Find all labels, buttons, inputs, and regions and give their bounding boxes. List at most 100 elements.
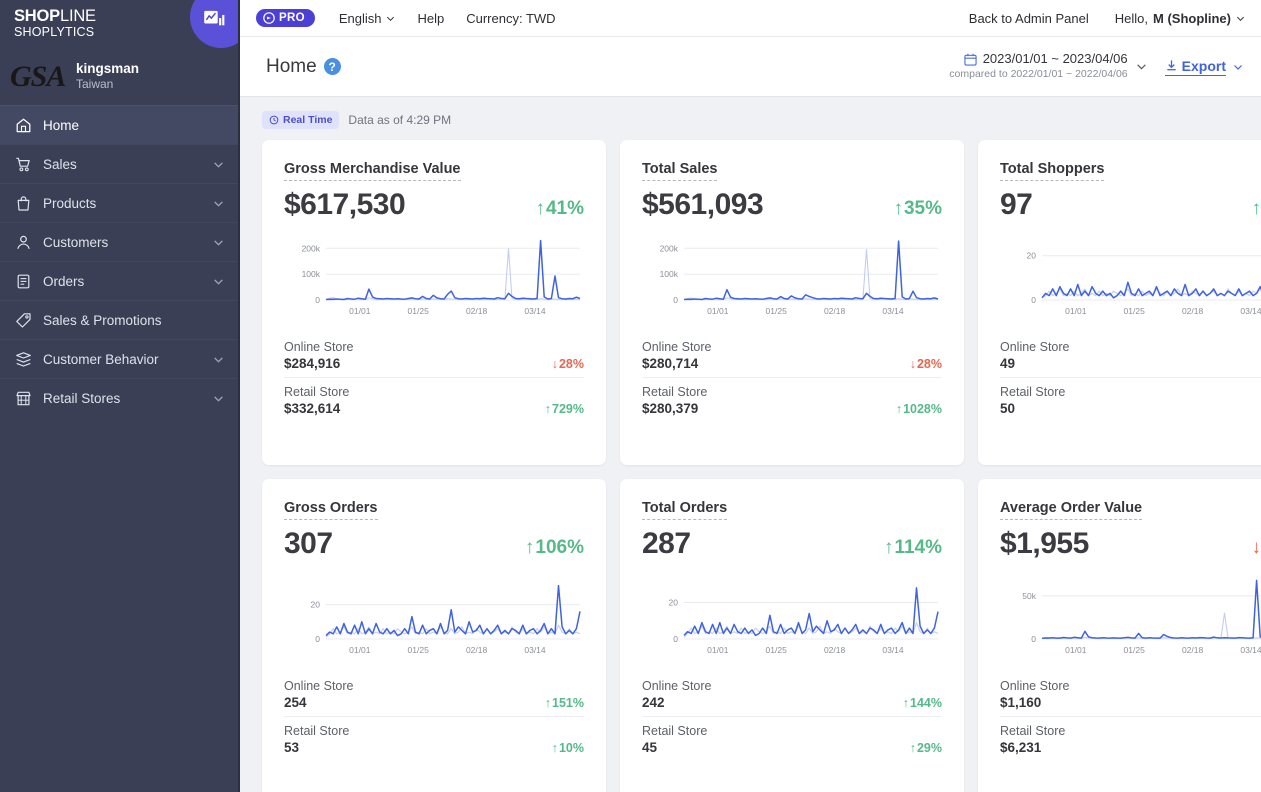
sidebar-item-sales-promotions[interactable]: Sales & Promotions bbox=[0, 300, 238, 339]
metric-card-title: Gross Orders bbox=[284, 500, 378, 520]
store-breakdown-label: Online Store bbox=[284, 679, 354, 693]
store-breakdown-label: Online Store bbox=[642, 679, 712, 693]
svg-text:20: 20 bbox=[311, 600, 321, 610]
metric-chart: 0 100k 200k 01/01 01/25 02/18 03/14 bbox=[642, 230, 942, 320]
metric-value: 307 bbox=[284, 527, 333, 560]
svg-text:03/14: 03/14 bbox=[524, 645, 546, 655]
svg-text:0: 0 bbox=[1031, 634, 1036, 644]
metric-card: Gross Merchandise Value $617,530 ↑ 41% 0 100k… bbox=[262, 140, 606, 465]
chevron-down-icon bbox=[214, 395, 223, 402]
tag-icon bbox=[16, 312, 31, 328]
delta-value: 41% bbox=[545, 198, 584, 219]
store-breakdown-label: Online Store bbox=[284, 340, 354, 354]
delta-arrow-icon: ↓ bbox=[1251, 537, 1261, 558]
brand-logo[interactable]: SHOPLINE SHOPLYTICS bbox=[0, 0, 238, 48]
currency-label[interactable]: Currency: TWD bbox=[466, 11, 555, 26]
delta-value: 114% bbox=[894, 537, 942, 558]
chevron-down-icon bbox=[1136, 64, 1146, 70]
metric-card-title: Gross Merchandise Value bbox=[284, 161, 461, 181]
help-link[interactable]: Help bbox=[417, 11, 444, 26]
sidebar-item-label: Customers bbox=[43, 234, 109, 250]
store-breakdown-row: Online Store $280,714 ↓ 28% bbox=[642, 336, 942, 377]
metric-card: Average Order Value $1,955 ↓37% 0 50k 01/01 01… bbox=[978, 479, 1261, 792]
sidebar-item-label: Orders bbox=[43, 273, 85, 289]
metric-chart: 0 20 01/01 01/25 02/18 03/14 bbox=[1000, 230, 1261, 320]
home-icon bbox=[16, 118, 31, 132]
help-tooltip-icon[interactable]: ? bbox=[323, 58, 341, 75]
store-breakdown-label: Retail Store bbox=[1000, 385, 1066, 399]
date-range-picker[interactable]: 2023/01/01 ~ 2023/04/06 compared to 2022… bbox=[949, 51, 1146, 82]
sidebar-item-home[interactable]: Home bbox=[0, 105, 238, 144]
svg-text:01/01: 01/01 bbox=[707, 645, 729, 655]
metric-delta: ↑ 114% bbox=[884, 533, 942, 563]
svg-text:01/01: 01/01 bbox=[1065, 306, 1087, 316]
chevron-down-icon bbox=[214, 200, 223, 207]
svg-text:01/01: 01/01 bbox=[349, 645, 371, 655]
metric-value: 287 bbox=[642, 527, 691, 560]
store-breakdown-value: $280,714 bbox=[642, 356, 699, 371]
sidebar-item-sales[interactable]: Sales bbox=[0, 144, 238, 183]
sidebar-item-retail-stores[interactable]: Retail Stores bbox=[0, 378, 238, 417]
sparkline-chart: 0 100k 200k 01/01 01/25 02/18 03/14 bbox=[302, 239, 581, 316]
back-to-admin-panel-link[interactable]: Back to Admin Panel bbox=[969, 11, 1089, 26]
delta-arrow-icon: ↑ bbox=[893, 198, 903, 219]
cart-icon bbox=[16, 157, 30, 171]
delta-value: 106% bbox=[535, 537, 584, 558]
metric-delta: ↓37% bbox=[1251, 533, 1261, 563]
page-header: Home ? 2023/01/01 ~ 2023/04/06 compared … bbox=[240, 37, 1261, 97]
svg-text:01/01: 01/01 bbox=[1065, 645, 1087, 655]
user-menu[interactable]: Hello, M (Shopline) bbox=[1115, 11, 1245, 26]
svg-text:03/14: 03/14 bbox=[1240, 306, 1261, 316]
svg-text:200k: 200k bbox=[660, 243, 679, 253]
metric-card-grid: Gross Merchandise Value $617,530 ↑ 41% 0 100k… bbox=[262, 140, 1261, 792]
delta-value: 1028% bbox=[903, 401, 942, 416]
store-breakdown-value: 49 bbox=[1000, 356, 1016, 371]
pro-badge[interactable]: PRO bbox=[256, 9, 315, 27]
language-selector[interactable]: English bbox=[339, 11, 396, 26]
sidebar-item-products[interactable]: Products bbox=[0, 183, 238, 222]
main-area: PRO English Help Currency: TWD Back to A… bbox=[240, 0, 1261, 792]
store-region: Taiwan bbox=[76, 77, 114, 92]
sidebar-item-customers[interactable]: Customers bbox=[0, 222, 238, 261]
store-switcher[interactable]: GSA kingsman Taiwan bbox=[0, 48, 238, 105]
delta-value: 151% bbox=[552, 695, 584, 710]
svg-text:0: 0 bbox=[673, 634, 678, 644]
hello-prefix: Hello, bbox=[1114, 10, 1148, 26]
metric-card-title: Total Orders bbox=[642, 500, 728, 520]
sidebar-item-customer-behavior[interactable]: Customer Behavior bbox=[0, 339, 238, 378]
svg-text:01/01: 01/01 bbox=[707, 306, 729, 316]
metric-chart: 0 20 01/01 01/25 02/18 03/14 bbox=[284, 569, 584, 659]
svg-text:01/25: 01/25 bbox=[766, 306, 788, 316]
sidebar-item-label: Retail Stores bbox=[43, 390, 121, 406]
store-breakdown-row: Online Store$1,160↓71% bbox=[1000, 675, 1261, 716]
svg-text:03/14: 03/14 bbox=[882, 645, 904, 655]
chevron-down-icon bbox=[214, 278, 223, 285]
svg-text:03/14: 03/14 bbox=[524, 306, 546, 316]
store-breakdown-label: Online Store bbox=[1000, 679, 1070, 693]
store-breakdown-label: Retail Store bbox=[284, 385, 350, 399]
svg-text:02/18: 02/18 bbox=[1182, 645, 1204, 655]
sidebar-item-orders[interactable]: Orders bbox=[0, 261, 238, 300]
store-breakdown-row: Retail Store 53 ↑ 10% bbox=[284, 716, 584, 761]
svg-text:01/25: 01/25 bbox=[408, 306, 430, 316]
metric-chart: 0 20 01/01 01/25 02/18 03/14 bbox=[642, 569, 942, 659]
metric-delta: ↑ 106% bbox=[525, 533, 584, 563]
svg-text:20: 20 bbox=[1027, 251, 1037, 261]
sidebar: SHOPLINE SHOPLYTICS GSA kingsman Taiwan … bbox=[0, 0, 240, 792]
store-breakdown-delta: ↑ 1028% bbox=[896, 402, 942, 416]
store-breakdown-row: Retail Store$6,231↑777% bbox=[1000, 716, 1261, 761]
svg-text:0: 0 bbox=[315, 295, 320, 305]
chevron-down-icon bbox=[1236, 16, 1245, 21]
export-button[interactable]: Export bbox=[1164, 58, 1243, 76]
metric-card: Total Shoppers 97 ↑90% 0 20 01/01 01/25 02/18 03… bbox=[978, 140, 1261, 465]
svg-text:100k: 100k bbox=[302, 269, 321, 279]
store-breakdown: Online Store $284,916 ↓ 28% Retail Store $332… bbox=[284, 336, 584, 422]
svg-text:01/25: 01/25 bbox=[1124, 645, 1146, 655]
sidebar-nav: Home Sales Products Customers Orders Sales & … bbox=[0, 105, 238, 417]
svg-text:01/25: 01/25 bbox=[766, 645, 788, 655]
store-name: kingsman bbox=[76, 60, 140, 76]
store-breakdown-row: Online Store $284,916 ↓ 28% bbox=[284, 336, 584, 377]
store-breakdown-value: 45 bbox=[642, 740, 658, 755]
metric-chart: 0 50k 01/01 01/25 02/18 03/14 bbox=[1000, 569, 1261, 659]
delta-arrow-icon: ↓ bbox=[909, 356, 916, 371]
